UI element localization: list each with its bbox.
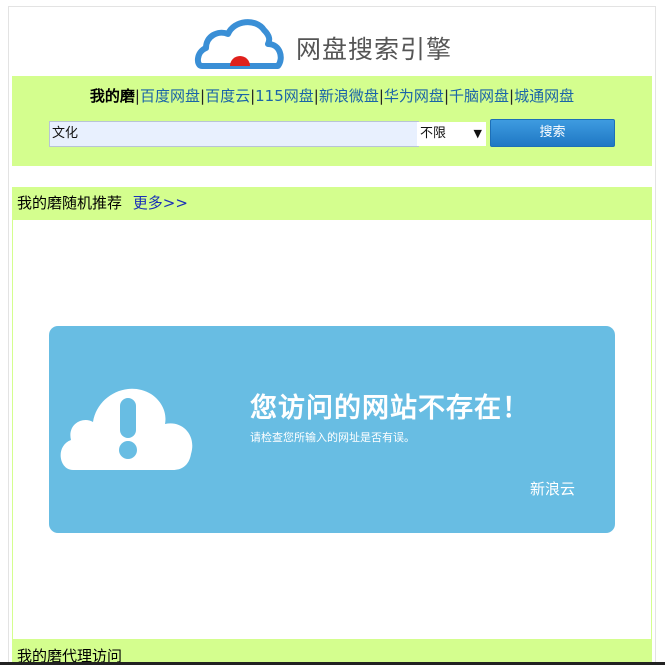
site-title: 网盘搜索引擎 <box>296 35 453 64</box>
more-link[interactable]: 更多>> <box>133 194 188 212</box>
search-button[interactable]: 搜索 <box>490 119 615 147</box>
recommend-header: 我的磨随机推荐 更多>> <box>12 187 652 220</box>
search-input[interactable]: 文化 <box>49 121 419 147</box>
error-card: 您访问的网站不存在！ 请检查您所输入的网址是否有误。 新浪云 <box>49 326 615 533</box>
nav-item-current[interactable]: 我的磨 <box>90 87 135 105</box>
site-nav: 我的磨|百度网盘|百度云|115网盘|新浪微盘|华为网盘|千脑网盘|城通网盘 <box>89 87 575 105</box>
error-brand: 新浪云 <box>529 480 575 498</box>
error-subtitle: 请检查您所输入的网址是否有误。 <box>250 431 415 444</box>
nav-link-baidu-pan[interactable]: 百度网盘 <box>140 87 200 105</box>
nav-link-baidu-yun[interactable]: 百度云 <box>205 87 250 105</box>
nav-link-huawei-pan[interactable]: 华为网盘 <box>384 87 444 105</box>
nav-link-qiannao-pan[interactable]: 千脑网盘 <box>449 87 509 105</box>
cloud-logo-icon[interactable] <box>194 14 286 70</box>
error-title: 您访问的网站不存在！ <box>250 393 530 424</box>
filter-select[interactable]: 不限 ▼ <box>417 122 486 146</box>
nav-link-sina-vdisk[interactable]: 新浪微盘 <box>319 87 379 105</box>
search-panel: 我的磨|百度网盘|百度云|115网盘|新浪微盘|华为网盘|千脑网盘|城通网盘 文… <box>12 76 652 166</box>
nav-link-ctdisk[interactable]: 城通网盘 <box>514 87 574 105</box>
cloud-alert-icon <box>60 388 193 470</box>
filter-select-value: 不限 <box>420 126 447 141</box>
recommend-heading: 我的磨随机推荐 <box>17 194 123 212</box>
chevron-down-icon: ▼ <box>473 127 482 140</box>
nav-link-115-pan[interactable]: 115网盘 <box>255 87 314 105</box>
